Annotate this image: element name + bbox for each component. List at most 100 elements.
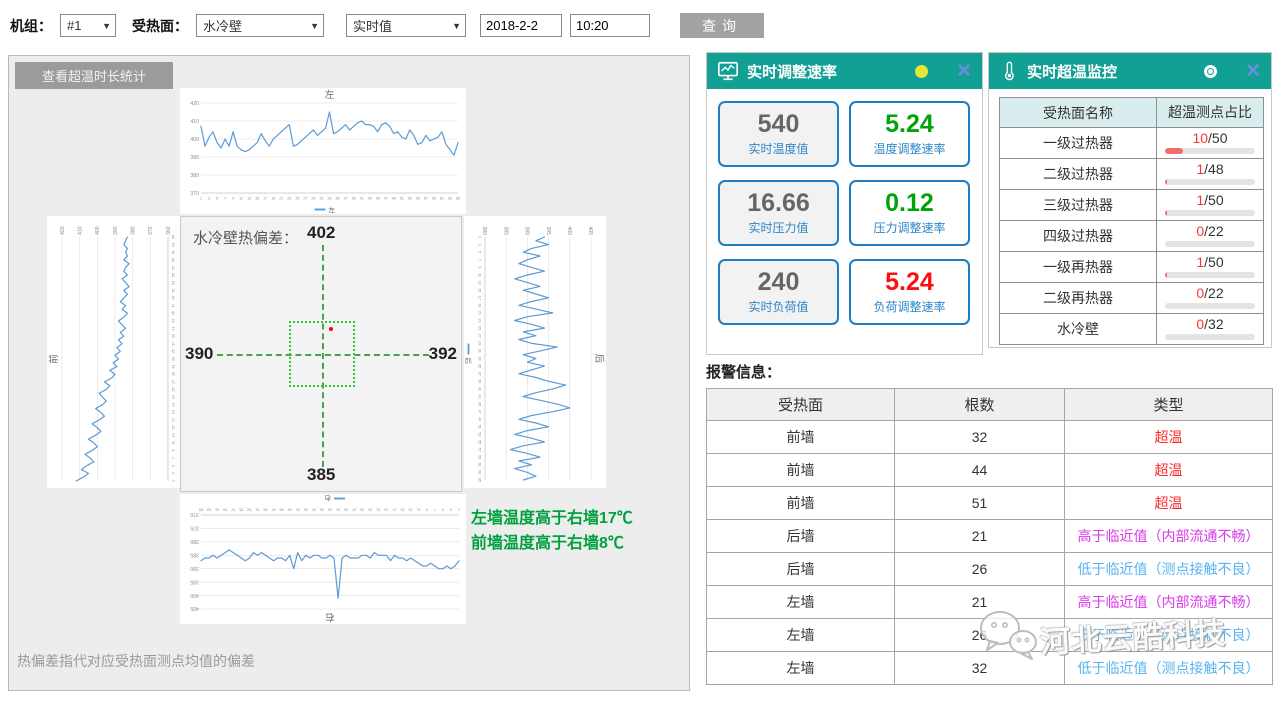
- svg-text:405: 405: [587, 226, 593, 235]
- close-icon[interactable]: ✕: [1245, 62, 1261, 81]
- monitor-chart-icon: [717, 60, 739, 82]
- mode-select[interactable]: 实时值 ▼: [346, 14, 466, 37]
- overtemp-count: 1: [1196, 192, 1204, 208]
- alarm-col-surface: 受热面: [707, 389, 895, 421]
- svg-text:380: 380: [190, 538, 199, 544]
- svg-text:9: 9: [232, 197, 234, 201]
- alarm-surface: 前墙: [707, 487, 895, 520]
- overtemp-count: 1: [1196, 254, 1204, 270]
- overtemp-total: /22: [1204, 285, 1223, 301]
- svg-text:390: 390: [524, 226, 530, 235]
- alarm-count: 32: [895, 421, 1065, 454]
- overtemp-duration-stats-button[interactable]: 查看超温时长统计: [15, 62, 173, 89]
- svg-text:55: 55: [416, 197, 420, 201]
- rate-card: 0.12压力调整速率: [849, 180, 970, 246]
- alarm-type: 低于临近值（测点接触不良）: [1065, 652, 1273, 685]
- svg-text:370: 370: [190, 191, 199, 197]
- svg-text:35: 35: [478, 364, 482, 368]
- svg-text:33: 33: [328, 197, 332, 201]
- svg-text:47: 47: [384, 197, 388, 201]
- overtemp-ratio-cell: 0/22: [1157, 221, 1264, 252]
- chevron-down-icon: ▼: [310, 21, 319, 31]
- query-button[interactable]: 查询: [680, 13, 764, 38]
- svg-text:49: 49: [392, 197, 396, 201]
- svg-text:45: 45: [376, 197, 380, 201]
- svg-text:13: 13: [172, 433, 176, 437]
- svg-text:65: 65: [199, 508, 203, 512]
- overtemp-total: /22: [1204, 223, 1223, 239]
- svg-text:33: 33: [478, 357, 482, 361]
- overtemp-panel-header: 实时超温监控 ✕: [989, 53, 1271, 89]
- rate-card-label: 负荷调整速率: [851, 298, 968, 315]
- overtemp-row: 四级过热器0/22: [1000, 221, 1264, 252]
- overtemp-row: 一级再热器1/50: [1000, 252, 1264, 283]
- rate-card-value: 240: [720, 268, 837, 296]
- svg-text:35: 35: [320, 508, 324, 512]
- overtemp-table: 受热面名称 超温测点占比 一级过热器10/50二级过热器1/48三级过热器1/5…: [999, 97, 1264, 345]
- rate-card-label: 实时负荷值: [720, 298, 837, 315]
- overtemp-ratio-cell: 1/50: [1157, 190, 1264, 221]
- annotation-line2: 前墙温度高于右墙8℃: [471, 531, 633, 556]
- svg-text:49: 49: [172, 296, 176, 300]
- status-indicator-ring: [1204, 65, 1217, 78]
- alarm-count: 44: [895, 454, 1065, 487]
- unit-label: 机组：: [10, 14, 52, 38]
- svg-text:420: 420: [190, 101, 199, 107]
- svg-text:400: 400: [95, 226, 101, 235]
- alarm-surface: 左墙: [707, 652, 895, 685]
- adjust-rate-panel-header: 实时调整速率 ✕: [707, 53, 982, 89]
- close-icon[interactable]: ✕: [956, 62, 972, 81]
- svg-text:400: 400: [190, 137, 199, 143]
- unit-select[interactable]: #1 ▼: [60, 14, 116, 37]
- alarm-surface: 前墙: [707, 421, 895, 454]
- alarm-type: 超温: [1065, 487, 1273, 520]
- rate-card: 16.66实时压力值: [718, 180, 839, 246]
- svg-text:63: 63: [478, 470, 482, 474]
- svg-text:51: 51: [400, 197, 404, 201]
- svg-text:47: 47: [172, 304, 176, 308]
- alarm-row: 前墙44超温: [707, 454, 1273, 487]
- svg-text:53: 53: [247, 508, 251, 512]
- svg-text:375: 375: [190, 525, 199, 531]
- date-input[interactable]: [480, 14, 562, 37]
- overtemp-ratio-cell: 0/32: [1157, 314, 1264, 345]
- overtemp-row: 一级过热器10/50: [1000, 128, 1264, 159]
- overtemp-ratio-cell: 10/50: [1157, 128, 1264, 159]
- svg-text:65: 65: [456, 197, 460, 201]
- alarm-table: 受热面 根数 类型 前墙32超温前墙44超温前墙51超温后墙21高于临近值（内部…: [706, 388, 1273, 685]
- svg-text:21: 21: [279, 197, 283, 201]
- svg-text:31: 31: [320, 197, 324, 201]
- svg-text:395: 395: [190, 578, 199, 584]
- chevron-down-icon: ▼: [452, 21, 461, 31]
- ratio-bar-track: [1165, 148, 1255, 154]
- svg-text:7: 7: [172, 457, 176, 459]
- ratio-bar-track: [1165, 272, 1255, 278]
- svg-text:55: 55: [172, 273, 176, 277]
- surface-name: 三级过热器: [1000, 190, 1157, 221]
- svg-text:55: 55: [478, 440, 482, 444]
- toolbar: 机组： #1 ▼ 受热面： 水冷壁 ▼ 实时值 ▼ 查询: [10, 13, 764, 38]
- surface-select[interactable]: 水冷壁 ▼: [196, 14, 324, 37]
- surface-select-value: 水冷壁: [203, 16, 242, 35]
- overtemp-monitor-panel: 实时超温监控 ✕ 受热面名称 超温测点占比 一级过热器10/50二级过热器1/4…: [988, 52, 1272, 348]
- svg-text:1: 1: [172, 480, 176, 482]
- svg-text:41: 41: [360, 197, 364, 201]
- front-wall-chart-svg: 3603703803904004104201357911131517192123…: [47, 216, 189, 488]
- alarm-type: 低于临近值（测点接触不良）: [1065, 553, 1273, 586]
- svg-text:31: 31: [172, 365, 176, 369]
- svg-text:23: 23: [478, 319, 482, 323]
- time-input[interactable]: [570, 14, 650, 37]
- ratio-bar-fill: [1165, 210, 1167, 216]
- svg-text:61: 61: [215, 508, 219, 512]
- dashboard: 机组： #1 ▼ 受热面： 水冷壁 ▼ 实时值 ▼ 查询 查看超温时长统计 37…: [0, 0, 1280, 701]
- svg-text:400: 400: [566, 226, 572, 235]
- svg-text:43: 43: [172, 319, 176, 323]
- rear-wall-chart: 3803853903954004051357911131517192123252…: [464, 216, 606, 488]
- svg-text:25: 25: [360, 508, 364, 512]
- ratio-bar-track: [1165, 210, 1255, 216]
- svg-text:41: 41: [478, 387, 482, 391]
- svg-text:13: 13: [409, 508, 413, 512]
- svg-text:360: 360: [166, 226, 172, 235]
- svg-text:39: 39: [478, 379, 482, 383]
- svg-text:37: 37: [344, 197, 348, 201]
